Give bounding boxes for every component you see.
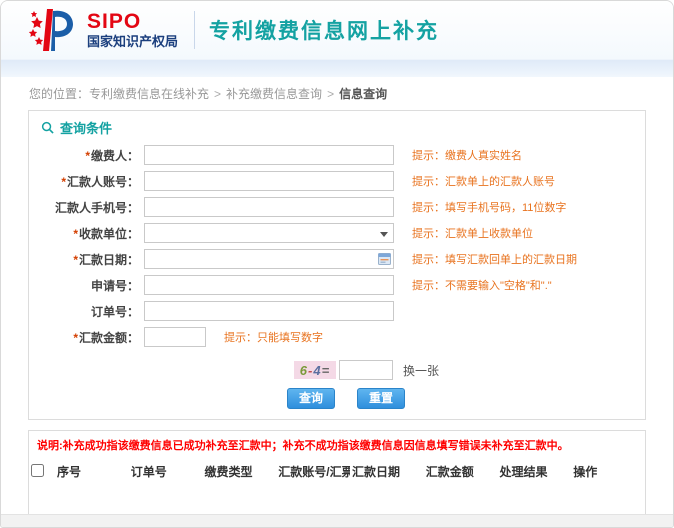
captcha-image[interactable]: 6-4 = [294, 361, 336, 379]
results-column-header: 汇款账号/汇票号 [278, 465, 350, 479]
field-label: *汇款人账号： [61, 174, 139, 189]
field-label: *收款单位： [73, 226, 139, 241]
required-asterisk: * [73, 226, 78, 241]
required-asterisk: * [73, 252, 78, 267]
page-title: 专利缴费信息网上补充 [209, 20, 440, 43]
form-field-row: *收款单位： 提示：汇款单上收款单位 [29, 220, 645, 246]
field-hint: 提示：汇款单上的汇款人账号 [412, 176, 555, 188]
logo-sipo-text: SIPO [87, 10, 142, 34]
field-label: 订单号： [90, 304, 139, 319]
select-all-checkbox[interactable] [31, 463, 44, 477]
field-select[interactable] [144, 223, 394, 243]
query-condition-panel: 查询条件 *缴费人： 提示：缴费人真实姓名 *汇款人账号： 提示：汇款单上的汇款… [28, 110, 646, 420]
results-column-header: 汇款日期 [352, 465, 401, 479]
breadcrumb-item[interactable]: 专利缴费信息在线补充 [89, 87, 209, 101]
results-column-header: 汇款金额 [425, 465, 474, 479]
reset-button[interactable]: 重置 [357, 388, 405, 409]
sipo-emblem-icon [28, 9, 73, 52]
results-column-header: 操作 [573, 465, 598, 479]
field-input[interactable] [144, 197, 394, 217]
captcha-row: 6-4 = 换一张 [294, 360, 645, 380]
header-divider [194, 11, 196, 49]
breadcrumb-item: 信息查询 [339, 87, 388, 101]
field-input[interactable] [144, 327, 206, 347]
form-field-row: *汇款金额： 提示：只能填写数字 [29, 324, 645, 350]
field-hint: 提示：汇款单上收款单位 [412, 228, 533, 240]
captcha-char: 6 [299, 362, 309, 378]
required-asterisk: * [61, 174, 66, 189]
field-label: *缴费人： [85, 148, 139, 163]
form-field-row: *缴费人： 提示：缴费人真实姓名 [29, 142, 645, 168]
required-asterisk: * [73, 330, 78, 345]
field-hint: 提示：不需要输入"空格"和"." [412, 280, 552, 292]
sipo-logo: SIPO 国家知识产权局 [27, 7, 178, 53]
breadcrumb-separator: > [214, 87, 222, 101]
results-column-header: 缴费类型 [204, 465, 253, 479]
field-input[interactable] [144, 145, 394, 165]
captcha-char: = [321, 362, 331, 378]
form-actions: 查询 重置 [287, 388, 645, 409]
query-condition-header: 查询条件 [29, 111, 645, 142]
chevron-down-icon [380, 232, 388, 237]
form-field-row: 汇款人手机号： 提示：填写手机号码，11位数字 [29, 194, 645, 220]
field-label: *汇款金额： [73, 330, 139, 345]
field-hint: 提示：缴费人真实姓名 [412, 150, 522, 162]
page-footer [1, 514, 673, 527]
form-field-row: 申请号： 提示：不需要输入"空格"和"." [29, 272, 645, 298]
captcha-char: 4 [313, 362, 322, 378]
field-label: 汇款人手机号： [54, 200, 139, 215]
results-column-header: 处理结果 [499, 465, 548, 479]
search-icon [41, 121, 54, 134]
breadcrumb: 您的位置：专利缴费信息在线补充 > 补充缴费信息查询 > 信息查询 [1, 77, 673, 108]
field-hint: 提示：填写汇款回单上的汇款日期 [412, 254, 577, 266]
breadcrumb-separator: > [327, 87, 335, 101]
query-condition-title: 查询条件 [60, 121, 113, 136]
results-note: 说明:补充成功指该缴费信息已成功补充至汇款中；补充不成功指该缴费信息因信息填写错… [37, 440, 569, 452]
captcha-refresh-link[interactable]: 换一张 [403, 362, 439, 379]
calendar-icon[interactable] [378, 253, 391, 265]
field-hint: 提示：填写手机号码，11位数字 [412, 202, 567, 214]
field-label: *汇款日期： [73, 252, 139, 267]
field-label: 申请号： [90, 278, 139, 293]
results-column-header: 订单号 [130, 465, 167, 479]
header: SIPO 国家知识产权局 专利缴费信息网上补充 [1, 1, 673, 59]
form-field-row: 订单号： [29, 298, 645, 324]
field-input[interactable] [144, 275, 394, 295]
field-input[interactable] [144, 301, 394, 321]
required-asterisk: * [85, 148, 90, 163]
form-field-row: *汇款人账号： 提示：汇款单上的汇款人账号 [29, 168, 645, 194]
date-input[interactable] [144, 249, 394, 269]
logo-cn-text: 国家知识产权局 [87, 34, 179, 50]
results-column-header: 序号 [57, 465, 82, 479]
breadcrumb-prefix: 您的位置： [29, 87, 90, 101]
page: SIPO 国家知识产权局 专利缴费信息网上补充 您的位置：专利缴费信息在线补充 >… [0, 0, 674, 528]
query-button[interactable]: 查询 [287, 388, 335, 409]
query-form: *缴费人： 提示：缴费人真实姓名 *汇款人账号： 提示：汇款单上的汇款人账号 汇… [29, 142, 645, 350]
form-field-row: *汇款日期： 提示：填写汇款回单上的汇款日期 [29, 246, 645, 272]
results-header-row: 序号 订单号 缴费类型 汇款账号/汇票号汇款日期 汇款金额 处理结果 操作 [29, 455, 645, 488]
captcha-input[interactable] [339, 360, 393, 380]
field-input[interactable] [144, 171, 394, 191]
header-accent-bar [1, 59, 673, 77]
breadcrumb-item[interactable]: 补充缴费信息查询 [226, 87, 322, 101]
field-hint: 提示：只能填写数字 [224, 332, 323, 344]
